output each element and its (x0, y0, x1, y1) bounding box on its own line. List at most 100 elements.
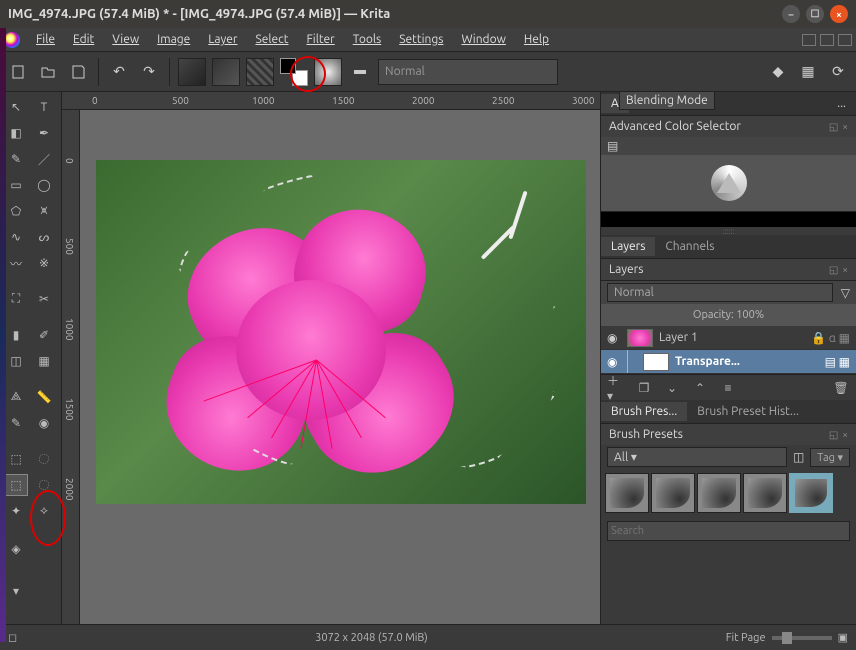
calligraphy-tool[interactable]: ✒ (32, 122, 56, 144)
menu-layer[interactable]: Layer (200, 31, 245, 48)
gradient-swatch-2[interactable] (212, 58, 240, 86)
brush-preset-item[interactable] (651, 473, 695, 513)
menu-filter[interactable]: Filter (298, 31, 342, 48)
menu-settings[interactable]: Settings (391, 31, 451, 48)
bezier-select-tool[interactable]: ⟡ (32, 500, 56, 522)
dynamic-brush-tool[interactable]: 〰 (4, 252, 28, 274)
move-layer-down-button[interactable]: ⌄ (663, 379, 681, 397)
new-file-button[interactable] (6, 60, 30, 84)
color-picker-tool[interactable]: ✐ (32, 324, 56, 346)
fg-bg-color-swatch[interactable] (280, 58, 308, 86)
rect-tool[interactable]: ▭ (4, 174, 28, 196)
layer-filter-icon[interactable]: ▽ (841, 286, 850, 300)
menu-view[interactable]: View (104, 31, 147, 48)
multibrush-tool[interactable]: ※ (32, 252, 56, 274)
menu-select[interactable]: Select (247, 31, 296, 48)
panel-float-icon[interactable]: ◱ (829, 429, 838, 441)
text-tool[interactable]: T (32, 96, 56, 118)
window-minimize-button[interactable]: – (782, 5, 800, 23)
color-selector-slider[interactable] (601, 211, 856, 227)
color-selector-wheel[interactable] (601, 155, 856, 211)
layer-row-1[interactable]: ◉ Layer 1 🔒 α ▦ (601, 326, 856, 350)
menu-image[interactable]: Image (149, 31, 198, 48)
alpha-lock-button[interactable]: ▦ (796, 60, 820, 84)
pencil-tool[interactable]: ✎ (4, 148, 28, 170)
undo-button[interactable]: ↶ (107, 60, 131, 84)
layer-visibility-icon[interactable]: ◉ (607, 331, 621, 345)
panel-close-icon[interactable]: × (842, 264, 848, 276)
polygon-tool[interactable]: ⬠ (4, 200, 28, 222)
contiguous-select-tool[interactable]: ⬚ (4, 474, 28, 496)
eraser-toggle-button[interactable]: ◆ (766, 60, 790, 84)
menu-help[interactable]: Help (516, 31, 557, 48)
assistant-tool[interactable]: ⟁ (4, 386, 28, 408)
tab-overflow[interactable]: ... (827, 94, 856, 113)
menu-tools[interactable]: Tools (345, 31, 390, 48)
save-file-button[interactable] (66, 60, 90, 84)
brush-preset-item[interactable] (743, 473, 787, 513)
zoom-slider[interactable] (772, 636, 832, 640)
reference-tool[interactable]: ✎ (4, 412, 28, 434)
layer-blend-select[interactable]: Normal (607, 283, 833, 302)
tab-channels[interactable]: Channels (655, 237, 724, 256)
panel-float-icon[interactable]: ◱ (829, 264, 838, 276)
line-tool[interactable]: ／ (32, 148, 56, 170)
zoom-canvas-icon[interactable]: ▣ (838, 631, 848, 644)
status-selection-info-icon[interactable]: ◻ (8, 631, 17, 644)
tab-brush-history[interactable]: Brush Preset Hist... (687, 402, 809, 421)
open-file-button[interactable] (36, 60, 60, 84)
canvas[interactable] (96, 160, 586, 504)
add-layer-button[interactable]: ＋▾ (607, 379, 625, 397)
transform-tool[interactable]: ⛶ (4, 288, 28, 310)
freehand-select-tool[interactable]: ◌ (32, 474, 56, 496)
blend-mode-select[interactable]: Normal (378, 59, 558, 85)
gradient-swatch-1[interactable] (178, 58, 206, 86)
freehand-path-tool[interactable]: ᔕ (32, 226, 56, 248)
menu-window[interactable]: Window (453, 31, 513, 48)
layer-props-icon[interactable]: ▤ ▦ (825, 355, 850, 369)
tab-brush-presets[interactable]: Brush Pres... (601, 402, 687, 421)
ellipse-select-tool[interactable]: ◌ (32, 448, 56, 470)
window-maximize-button[interactable]: ☐ (806, 5, 824, 23)
panel-grip[interactable]: :::::: (601, 227, 856, 235)
zoom-tool[interactable]: ◈ (4, 538, 28, 560)
similar-color-select-tool[interactable]: ✦ (4, 500, 28, 522)
move-layer-up-button[interactable]: ⌃ (691, 379, 709, 397)
delete-layer-button[interactable]: 🗑 (832, 379, 850, 397)
tab-layers[interactable]: Layers (601, 237, 655, 256)
panel-float-icon[interactable]: ◱ (829, 121, 838, 133)
canvas-viewport[interactable]: 0 500 1000 1500 2000 (62, 110, 600, 624)
shape-edit-tool[interactable]: ◧ (4, 122, 28, 144)
rect-select-tool[interactable]: ⬚ (4, 448, 28, 470)
subwindow-max-icon[interactable] (820, 34, 834, 46)
crop-tool[interactable]: ✂ (32, 288, 56, 310)
smart-patch-tool[interactable]: ◉ (32, 412, 56, 434)
brush-search-input[interactable] (607, 521, 850, 541)
subwindow-min-icon[interactable] (802, 34, 816, 46)
pattern-swatch[interactable] (246, 58, 274, 86)
reload-preset-button[interactable]: ⟳ (826, 60, 850, 84)
toolbox-config[interactable]: ▾ (4, 580, 28, 602)
panel-close-icon[interactable]: × (842, 121, 848, 133)
brush-view-icon[interactable]: ◫ (793, 450, 804, 464)
brush-tag-filter[interactable]: All ▾ (607, 447, 787, 467)
brush-tag-button[interactable]: Tag ▾ (810, 448, 850, 467)
layer-row-2[interactable]: ◉ Transpare... ▤ ▦ (601, 350, 856, 374)
menu-file[interactable]: File (28, 31, 63, 48)
menu-edit[interactable]: Edit (65, 31, 102, 48)
measure-tool[interactable]: 📏 (32, 386, 56, 408)
layer-lock-icon[interactable]: 🔒 α ▦ (811, 331, 850, 345)
color-selector-menu-icon[interactable]: ▤ (607, 140, 618, 153)
pattern-tool[interactable]: ▦ (32, 350, 56, 372)
duplicate-layer-button[interactable]: ❐ (635, 379, 653, 397)
layer-properties-button[interactable]: ≡ (719, 379, 737, 397)
brush-preset-item[interactable] (697, 473, 741, 513)
move-tool[interactable]: ↖ (4, 96, 28, 118)
ellipse-tool[interactable]: ◯ (32, 174, 56, 196)
brush-preset-item[interactable] (605, 473, 649, 513)
fill-tool[interactable]: ▮ (4, 324, 28, 346)
panel-close-icon[interactable]: × (842, 429, 848, 441)
redo-button[interactable]: ↷ (137, 60, 161, 84)
layer-opacity-slider[interactable]: Opacity: 100% (601, 304, 856, 326)
brush-preview[interactable] (314, 58, 342, 86)
